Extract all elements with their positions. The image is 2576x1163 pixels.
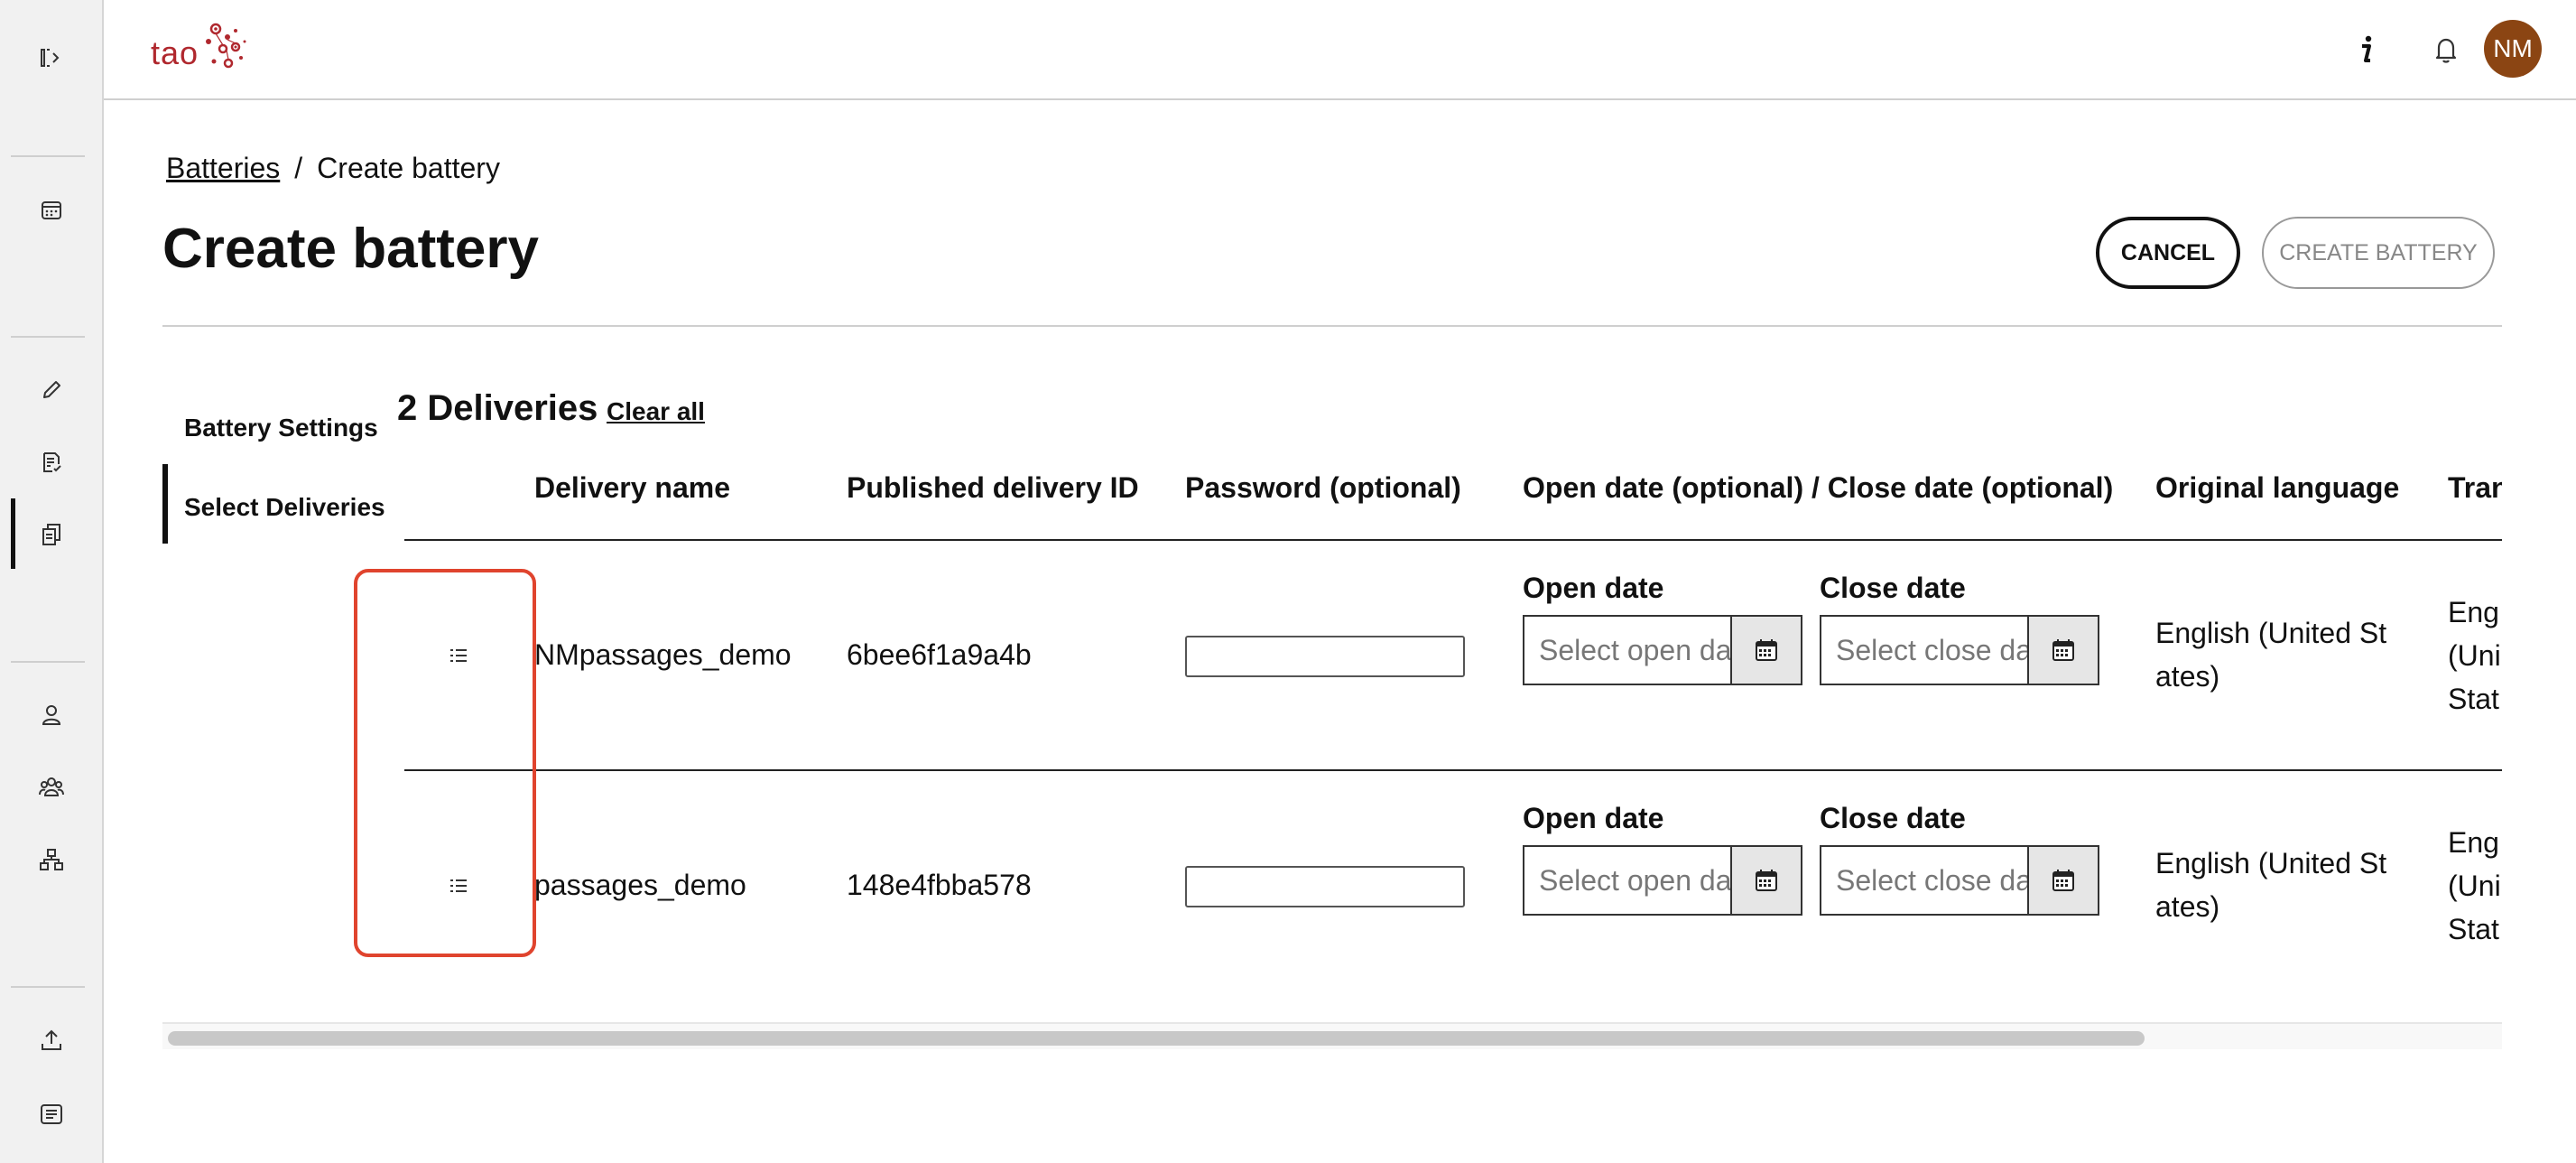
group-icon[interactable] bbox=[0, 760, 102, 814]
rail-divider bbox=[11, 661, 85, 663]
open-date-label: Open date bbox=[1523, 802, 1664, 834]
open-date-picker[interactable]: Select open da bbox=[1523, 615, 1802, 685]
close-date-placeholder[interactable]: Select close da bbox=[1821, 617, 2027, 684]
original-language: English (United States) bbox=[2155, 617, 2387, 693]
column-header-dates: Open date (optional) / Close date (optio… bbox=[1523, 471, 2114, 504]
delivery-id: 148e4fbba578 bbox=[847, 869, 1032, 901]
calendar-icon[interactable] bbox=[1730, 617, 1801, 684]
breadcrumb-separator: / bbox=[294, 152, 303, 184]
info-icon[interactable] bbox=[2340, 23, 2394, 77]
sidenav-active-indicator bbox=[162, 464, 168, 544]
sidenav-select-deliveries[interactable]: Select Deliveries bbox=[184, 493, 385, 522]
breadcrumb-batteries-link[interactable]: Batteries bbox=[166, 152, 280, 184]
column-header-original-language: Original language bbox=[2155, 471, 2400, 504]
bell-icon[interactable] bbox=[2419, 23, 2473, 77]
close-date-picker[interactable]: Select close da bbox=[1820, 615, 2099, 685]
page-title: Create battery bbox=[162, 218, 539, 280]
close-date-picker[interactable]: Select close da bbox=[1820, 845, 2099, 916]
column-header-password: Password (optional) bbox=[1185, 471, 1461, 504]
calendar-icon[interactable] bbox=[1730, 847, 1801, 914]
sidebar-toggle-icon[interactable] bbox=[0, 31, 102, 85]
hierarchy-icon[interactable] bbox=[0, 833, 102, 887]
rail-divider bbox=[11, 336, 85, 338]
column-header-translation: Tran bbox=[2448, 471, 2502, 504]
user-icon[interactable] bbox=[0, 688, 102, 742]
clear-all-link[interactable]: Clear all bbox=[607, 397, 705, 426]
table-row: passages_demo 148e4fbba578 Open date Sel… bbox=[404, 771, 2502, 1001]
delivery-name: NMpassages_demo bbox=[534, 638, 792, 671]
sidenav-battery-settings[interactable]: Battery Settings bbox=[184, 414, 378, 442]
open-date-label: Open date bbox=[1523, 572, 1664, 604]
close-date-placeholder[interactable]: Select close da bbox=[1821, 847, 2027, 914]
logo-text: tao bbox=[151, 34, 199, 71]
create-battery-button[interactable]: CREATE BATTERY bbox=[2262, 217, 2495, 289]
password-input[interactable] bbox=[1185, 866, 1465, 907]
drag-handle-icon[interactable] bbox=[445, 872, 472, 899]
delivery-name: passages_demo bbox=[534, 869, 746, 901]
scrollbar-thumb[interactable] bbox=[168, 1031, 2145, 1046]
documents-icon[interactable] bbox=[0, 507, 102, 562]
deliveries-table: Delivery name Published delivery ID Pass… bbox=[404, 451, 2502, 1020]
breadcrumb-current: Create battery bbox=[317, 152, 500, 184]
open-date-placeholder[interactable]: Select open da bbox=[1524, 847, 1730, 914]
drag-handle-icon[interactable] bbox=[445, 642, 472, 669]
column-header-delivery-name: Delivery name bbox=[534, 471, 731, 504]
open-date-placeholder[interactable]: Select open da bbox=[1524, 617, 1730, 684]
cancel-button[interactable]: CANCEL bbox=[2096, 217, 2240, 289]
table-row: NMpassages_demo 6bee6f1a9a4b Open date S… bbox=[404, 541, 2502, 771]
calendar-icon[interactable] bbox=[0, 182, 102, 237]
horizontal-scrollbar[interactable] bbox=[162, 1022, 2502, 1049]
deliveries-count-title: 2 Deliveries bbox=[397, 388, 598, 428]
translation-language: Eng (Uni Stat bbox=[2448, 596, 2501, 715]
top-bar: tao NM bbox=[104, 0, 2576, 100]
column-header-delivery-id: Published delivery ID bbox=[847, 471, 1139, 504]
original-language: English (United States) bbox=[2155, 847, 2387, 923]
calendar-icon[interactable] bbox=[2027, 847, 2098, 914]
password-input[interactable] bbox=[1185, 636, 1465, 677]
calendar-icon[interactable] bbox=[2027, 617, 2098, 684]
rail-divider bbox=[11, 155, 85, 157]
breadcrumb: Batteries / Create battery bbox=[166, 152, 500, 185]
rail-divider bbox=[11, 986, 85, 988]
avatar[interactable]: NM bbox=[2484, 20, 2542, 78]
delivery-id: 6bee6f1a9a4b bbox=[847, 638, 1032, 671]
title-divider bbox=[162, 325, 2502, 327]
upload-icon[interactable] bbox=[0, 1013, 102, 1067]
translation-language: Eng (Uni Stat bbox=[2448, 826, 2501, 945]
logo-mark-icon bbox=[206, 23, 246, 69]
open-date-picker[interactable]: Select open da bbox=[1523, 845, 1802, 916]
tao-logo[interactable]: tao bbox=[151, 22, 250, 76]
pencil-icon[interactable] bbox=[0, 363, 102, 417]
list-icon[interactable] bbox=[0, 1087, 102, 1141]
checklist-icon[interactable] bbox=[0, 435, 102, 489]
left-rail bbox=[0, 0, 104, 1163]
close-date-label: Close date bbox=[1820, 572, 1966, 604]
close-date-label: Close date bbox=[1820, 802, 1966, 834]
